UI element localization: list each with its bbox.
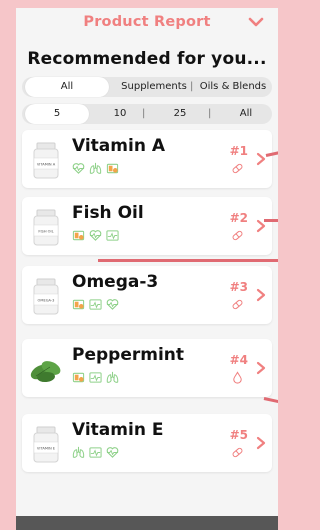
chevron-down-icon[interactable] [248,15,264,29]
rank-badge: #4 [229,353,248,367]
rank-badge: #3 [229,280,248,294]
product-name: Vitamin A [72,136,166,156]
capsule-icon [232,447,243,458]
svg-text:VITAMIN E: VITAMIN E [37,447,56,451]
count-filter: 5 10 | 25 | All [22,104,272,124]
lungs-icon [106,371,119,383]
connector-line [263,397,278,404]
product-report-panel: Product Report Recommended for you... Al… [16,8,278,530]
connector-line [264,219,278,222]
lungs-icon [72,446,85,458]
chevron-right-icon[interactable] [256,152,266,166]
ecg-icon [106,230,119,241]
heart-pulse-icon [89,230,102,241]
connector-line [98,259,278,262]
svg-text:FISH OIL: FISH OIL [38,230,53,234]
supplement-bottle-icon: OMEGA-3 [33,278,59,315]
benefit-icons [72,162,119,175]
battery-icon [72,299,85,310]
drop-icon [233,371,242,384]
product-name: Peppermint [72,345,185,365]
count-option-10[interactable]: 10 [102,104,138,124]
ecg-icon [89,372,102,383]
product-card[interactable]: Peppermint #4 [22,339,272,397]
count-option-25[interactable]: 25 [162,104,198,124]
heart-pulse-icon [106,299,119,310]
battery-icon [106,163,119,174]
product-card[interactable]: OMEGA-3 Omega-3 #3 [22,266,272,324]
count-option-5[interactable]: 5 [25,104,89,124]
product-name: Omega-3 [72,272,159,292]
capsule-icon [232,230,243,241]
ecg-icon [89,299,102,310]
supplement-bottle-icon: VITAMIN E [33,426,59,463]
divider: | [208,108,212,119]
divider: | [190,81,194,92]
capsule-icon [232,299,243,310]
battery-icon [72,372,85,383]
heart-pulse-icon [72,163,85,174]
product-card[interactable]: FISH OIL Fish Oil #2 [22,197,272,255]
svg-text:OMEGA-3: OMEGA-3 [38,299,55,303]
chevron-right-icon[interactable] [256,361,266,375]
category-filter: All Supplements | Oils & Blends [22,77,272,97]
benefit-icons [72,229,119,242]
benefit-icons [72,298,119,311]
benefit-icons [72,371,119,384]
battery-icon [72,230,85,241]
peppermint-leaves-icon [30,361,61,383]
product-name: Vitamin E [72,420,164,440]
supplement-bottle-icon: FISH OIL [33,209,59,246]
lungs-icon [89,162,102,174]
product-card[interactable]: VITAMIN E Vitamin E #5 [22,414,272,472]
page-title: Product Report [83,14,211,30]
category-option-supplements[interactable]: Supplements [114,77,194,97]
chevron-right-icon[interactable] [256,288,266,302]
ecg-icon [89,447,102,458]
rank-badge: #1 [229,144,248,158]
header: Product Report [16,8,278,36]
capsule-icon [232,163,243,174]
rank-badge: #2 [229,211,248,225]
benefit-icons [72,446,119,459]
count-option-all[interactable]: All [228,104,264,124]
bottom-bar [16,516,278,530]
divider: | [142,108,146,119]
svg-text:VITAMIN A: VITAMIN A [37,163,56,167]
heart-pulse-icon [106,447,119,458]
rank-badge: #5 [229,428,248,442]
chevron-right-icon[interactable] [256,436,266,450]
product-card[interactable]: VITAMIN A Vitamin A #1 [22,130,272,188]
category-option-all[interactable]: All [25,77,109,97]
recommended-heading: Recommended for you... [27,49,267,69]
product-name: Fish Oil [72,203,144,223]
category-option-oils-blends[interactable]: Oils & Blends [194,77,272,97]
supplement-bottle-icon: VITAMIN A [33,142,59,179]
